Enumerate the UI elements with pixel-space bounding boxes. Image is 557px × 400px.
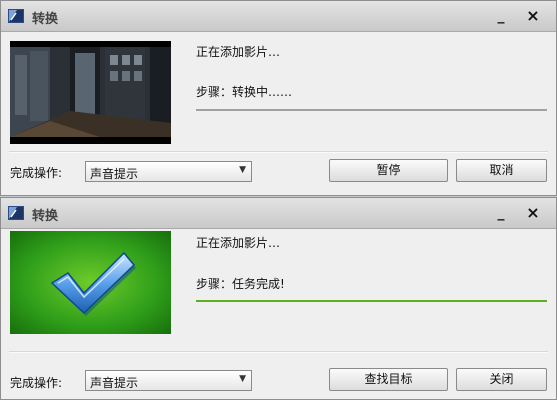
divider [9,151,548,153]
video-thumbnail [10,41,171,144]
dropdown-arrow-icon: ▼ [239,165,246,175]
title-bar[interactable]: 转换 _ × [1,1,556,32]
cancel-button[interactable]: 取消 [456,159,547,182]
completion-action-label: 完成操作: [10,166,63,180]
window-title: 转换 [32,12,59,27]
minimize-icon[interactable]: _ [490,203,512,223]
select-value: 声音提示 [90,167,139,181]
window-title: 转换 [32,209,59,224]
app-icon [8,9,24,23]
find-target-button[interactable]: 查找目标 [329,368,448,391]
progress-bar [196,300,547,302]
convert-dialog-2: 转换 _ × 正在添加影片… 步骤：任务完成! 完成操作: 声音提示 ▼ 查找目… [0,197,557,400]
title-bar[interactable]: 转换 _ × [1,198,556,229]
app-icon [8,206,24,220]
completion-action-select[interactable]: 声音提示 ▼ [85,370,252,391]
step-text: 步骤：转换中…… [196,85,293,99]
convert-dialog-1: 转换 _ × 正在添加影片… 步骤：转换中…… 完成操作: 声音提示 ▼ 暂停 … [0,0,557,196]
pause-button[interactable]: 暂停 [329,159,448,182]
progress-fill [196,300,547,302]
dropdown-arrow-icon: ▼ [239,374,246,384]
close-icon[interactable]: × [522,6,544,26]
completion-action-label: 完成操作: [10,376,63,390]
step-text: 步骤：任务完成! [196,277,285,291]
close-button[interactable]: 关闭 [456,368,547,391]
divider [9,351,548,353]
progress-bar [196,109,547,111]
select-value: 声音提示 [90,376,139,390]
completion-action-select[interactable]: 声音提示 ▼ [85,161,252,182]
checkmark-thumbnail [10,231,171,334]
close-icon[interactable]: × [522,203,544,223]
status-text: 正在添加影片… [196,45,281,59]
status-text: 正在添加影片… [196,236,281,250]
minimize-icon[interactable]: _ [490,6,512,26]
